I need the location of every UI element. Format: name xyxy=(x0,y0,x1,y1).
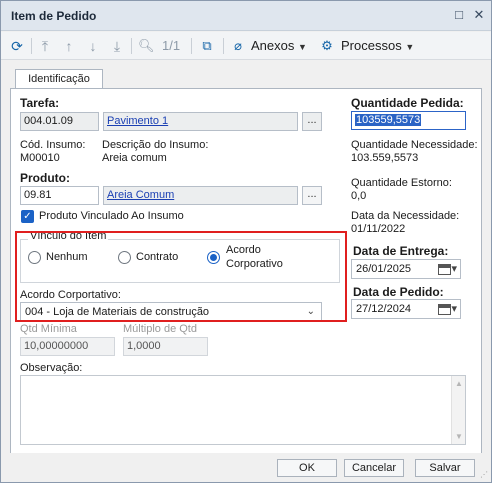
multiplo-qtd-field[interactable]: 1,0000 xyxy=(123,337,208,356)
qtd-minima-field[interactable]: 10,00000000 xyxy=(20,337,115,356)
toolbar-separator xyxy=(31,38,32,54)
cod-insumo-label: Cód. Insumo: xyxy=(20,139,86,151)
toolbar: ⟳ ⤒ ↑ ↓ ⤓ 🔍︎ 1/1 ⧉ ⌀ Anexos ▼ ⚙ Processo… xyxy=(1,32,491,60)
scroll-up-icon[interactable]: ▲ xyxy=(455,379,463,388)
qtd-pedida-field[interactable]: 103559,5573 xyxy=(351,111,466,130)
produto-lookup-button[interactable]: ... xyxy=(302,186,322,205)
produto-vinculado-label: Produto Vinculado Ao Insumo xyxy=(39,210,184,222)
restore-icon[interactable]: □ xyxy=(453,8,465,21)
multiplo-qtd-label: Múltiplo de Qtd xyxy=(123,323,197,335)
qtd-necessidade-value: 103.559,5573 xyxy=(351,152,419,164)
observacao-label: Observação: xyxy=(20,362,83,374)
qtd-minima-label: Qtd Mínima xyxy=(20,323,77,335)
last-record-icon[interactable]: ⤓ xyxy=(110,37,124,55)
data-pedido-label: Data de Pedido: xyxy=(353,285,444,299)
toolbar-separator xyxy=(223,38,224,54)
resize-grip-icon[interactable]: ⋰ xyxy=(480,470,488,479)
processes-menu[interactable]: Processos ▼ xyxy=(341,38,414,54)
first-record-icon[interactable]: ⤒ xyxy=(38,37,52,55)
cod-insumo-value: M00010 xyxy=(20,152,60,164)
produto-code-field[interactable]: 09.81 xyxy=(20,186,99,205)
qtd-pedida-label: Quantidade Pedida: xyxy=(351,96,464,110)
tarefa-label: Tarefa: xyxy=(20,96,60,110)
toolbar-separator xyxy=(191,38,192,54)
produto-vinculado-checkbox[interactable]: ✓ xyxy=(21,210,34,223)
highlight-box xyxy=(15,231,347,322)
tarefa-code-field[interactable]: 004.01.09 xyxy=(20,112,99,131)
next-record-icon[interactable]: ↓ xyxy=(86,37,100,55)
export-icon[interactable]: ⧉ xyxy=(199,37,215,55)
data-entrega-label: Data de Entrega: xyxy=(353,244,449,258)
descricao-insumo-label: Descrição do Insumo: xyxy=(102,139,209,151)
produto-name-link[interactable]: Areia Comum xyxy=(103,186,298,205)
data-necessidade-value: 01/11/2022 xyxy=(351,223,406,235)
observacao-textarea[interactable]: ▲ ▼ xyxy=(20,375,466,445)
cancel-button[interactable]: Cancelar xyxy=(344,459,404,477)
qtd-estorno-value: 0,0 xyxy=(351,190,367,202)
close-icon[interactable]: ✕ xyxy=(473,8,485,21)
toolbar-separator xyxy=(131,38,132,54)
processes-label: Processos xyxy=(341,38,402,53)
tarefa-lookup-button[interactable]: ... xyxy=(302,112,322,131)
calendar-icon[interactable]: ▾ xyxy=(431,302,457,316)
item-pedido-window: Item de Pedido □ ✕ ⟳ ⤒ ↑ ↓ ⤓ 🔍︎ 1/1 ⧉ ⌀ … xyxy=(0,0,492,483)
descricao-insumo-value: Areia comum xyxy=(102,152,167,164)
qtd-estorno-label: Quantidade Estorno: xyxy=(351,177,452,189)
scroll-down-icon[interactable]: ▼ xyxy=(455,432,463,441)
data-entrega-field[interactable]: 26/01/2025 ▾ xyxy=(351,259,461,279)
attachments-label: Anexos xyxy=(251,38,295,53)
previous-record-icon[interactable]: ↑ xyxy=(62,37,76,55)
observacao-scrollbar[interactable]: ▲ ▼ xyxy=(451,376,465,444)
paperclip-icon[interactable]: ⌀ xyxy=(231,37,245,55)
attachments-menu[interactable]: Anexos ▼ xyxy=(251,38,307,54)
gear-icon[interactable]: ⚙ xyxy=(320,37,334,55)
title-bar: Item de Pedido □ ✕ xyxy=(1,1,491,31)
save-button[interactable]: Salvar xyxy=(415,459,475,477)
qtd-necessidade-label: Quantidade Necessidade: xyxy=(351,139,478,151)
ok-button[interactable]: OK xyxy=(277,459,337,477)
window-title: Item de Pedido xyxy=(11,9,97,23)
data-entrega-value: 26/01/2025 xyxy=(356,263,412,275)
search-icon[interactable]: 🔍︎ xyxy=(138,37,155,55)
tab-identificacao[interactable]: Identificação xyxy=(15,69,103,89)
refresh-icon[interactable]: ⟳ xyxy=(9,37,25,55)
tarefa-name-link[interactable]: Pavimento 1 xyxy=(103,112,298,131)
data-pedido-value: 27/12/2024 xyxy=(356,303,412,315)
dialog-footer: OK Cancelar Salvar ⋰ xyxy=(1,453,491,482)
calendar-icon[interactable]: ▾ xyxy=(431,262,457,276)
chevron-down-icon: ▼ xyxy=(405,42,415,52)
pager-text: 1/1 xyxy=(162,38,181,53)
data-pedido-field[interactable]: 27/12/2024 ▾ xyxy=(351,299,461,319)
data-necessidade-label: Data da Necessidade: xyxy=(351,210,460,222)
qtd-pedida-value: 103559,5573 xyxy=(355,114,422,126)
produto-label: Produto: xyxy=(20,171,70,185)
chevron-down-icon: ▼ xyxy=(298,42,307,52)
